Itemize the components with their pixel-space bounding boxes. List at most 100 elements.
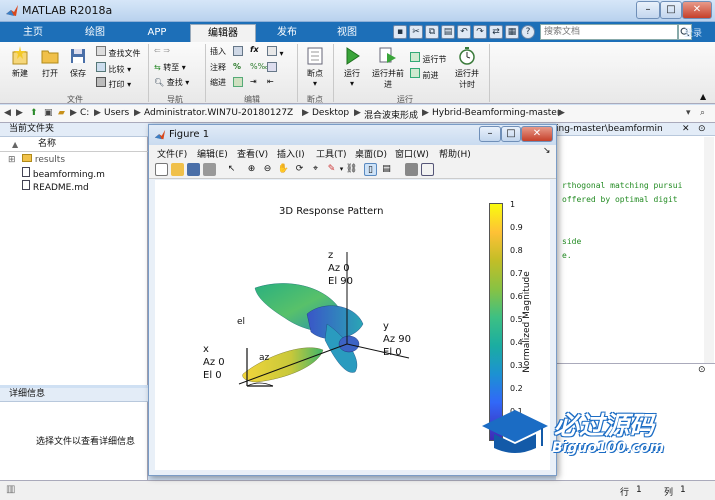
insert-section-icon[interactable]: [233, 46, 243, 58]
collapse-ribbon-icon[interactable]: ▲: [700, 92, 706, 101]
indent-button[interactable]: 缩进: [210, 77, 226, 88]
folder-arrow-icon[interactable]: ▶: [70, 108, 77, 118]
hide-tools-icon[interactable]: [405, 163, 418, 176]
figure-minimize-button[interactable]: –: [479, 126, 501, 142]
quick-redo-icon[interactable]: ↷: [473, 25, 487, 39]
legend-toggle-icon[interactable]: ▤: [380, 163, 393, 176]
tab-home[interactable]: 主页: [8, 24, 58, 42]
close-button[interactable]: ✕: [682, 1, 712, 19]
comment-button[interactable]: 注释: [210, 62, 226, 73]
quick-switch-icon[interactable]: ⇄: [489, 25, 503, 39]
breadcrumb-part[interactable]: C:: [80, 108, 89, 118]
address-dropdown-icon[interactable]: ▾: [686, 108, 691, 118]
pointer-icon[interactable]: ↖: [225, 163, 238, 176]
menu-file[interactable]: 文件(F): [157, 147, 187, 160]
figure-maximize-button[interactable]: □: [501, 126, 521, 142]
run-section-button[interactable]: 运行节: [410, 52, 447, 65]
colorbar-toggle-icon[interactable]: ▯: [364, 163, 377, 176]
figure-close-button[interactable]: ✕: [521, 126, 553, 142]
run-and-time-button[interactable]: 运行并计时: [452, 46, 482, 90]
open-file-icon[interactable]: [171, 163, 184, 176]
data-cursor-icon[interactable]: ⌖: [309, 163, 322, 176]
goto-button[interactable]: ⇆ 转至 ▾: [154, 62, 186, 73]
compare-button[interactable]: 比较 ▾: [96, 62, 131, 75]
up-folder-icon[interactable]: ⬆: [30, 108, 38, 118]
link-plot-icon[interactable]: ⛓: [345, 163, 358, 176]
breadcrumb-part[interactable]: Users: [104, 108, 129, 118]
breadcrumb-part[interactable]: Desktop: [312, 108, 349, 118]
quick-save-icon[interactable]: ▪: [393, 25, 407, 39]
function-icon[interactable]: fx: [250, 45, 259, 54]
name-column-header[interactable]: 名称: [0, 137, 148, 152]
menu-edit[interactable]: 编辑(E): [197, 147, 228, 160]
file-item-beamforming[interactable]: beamforming.m: [22, 167, 105, 180]
open-button[interactable]: 打开: [38, 46, 62, 79]
indent-increase-icon[interactable]: ⇥: [250, 77, 257, 86]
browse-icon[interactable]: ▣: [44, 108, 53, 118]
uncomment-icon[interactable]: [267, 62, 277, 74]
search-input[interactable]: 搜索文档: [540, 24, 678, 40]
quick-copy-icon[interactable]: ⧉: [425, 25, 439, 39]
quick-paste-icon[interactable]: ▤: [441, 25, 455, 39]
breadcrumb-part[interactable]: Administrator.WIN7U-20180127Z: [144, 108, 293, 118]
minimize-button[interactable]: –: [636, 1, 660, 19]
forward-icon[interactable]: ▶: [16, 108, 23, 118]
editor-tab-path[interactable]: ing-master\beamformin: [556, 123, 715, 136]
editor-menu-icon[interactable]: ⊙: [698, 124, 706, 134]
insert-button[interactable]: 插入: [210, 46, 226, 57]
tab-view[interactable]: 视图: [322, 24, 372, 42]
breadcrumb-part[interactable]: Hybrid-Beamforming-master: [432, 108, 561, 118]
save-button[interactable]: 保存: [66, 46, 90, 79]
quick-undo-icon[interactable]: ↶: [457, 25, 471, 39]
back-icon[interactable]: ◀: [4, 108, 11, 118]
menu-view[interactable]: 查看(V): [237, 147, 268, 160]
menu-insert[interactable]: 插入(I): [277, 147, 305, 160]
tab-apps[interactable]: APP: [132, 24, 182, 42]
login-link[interactable]: 登录: [684, 26, 702, 39]
print-figure-icon[interactable]: [203, 163, 216, 176]
figure-titlebar[interactable]: Figure 1 – □ ✕: [149, 125, 556, 145]
file-item-results[interactable]: results: [22, 154, 65, 165]
find-files-button[interactable]: 查找文件: [96, 46, 141, 59]
tab-publish[interactable]: 发布: [262, 24, 312, 42]
menu-desktop[interactable]: 桌面(D): [355, 147, 387, 160]
tab-plots[interactable]: 绘图: [70, 24, 120, 42]
print-button[interactable]: 打印 ▾: [96, 77, 131, 90]
smart-indent-icon[interactable]: [233, 77, 243, 89]
wrap-comment-icon[interactable]: %‰: [250, 62, 268, 71]
menu-help[interactable]: 帮助(H): [439, 147, 471, 160]
run-and-advance-button[interactable]: 运行并前进: [372, 46, 404, 90]
back-forward-icons[interactable]: ⇐ ⇒: [154, 46, 170, 55]
sort-arrow-icon[interactable]: ▲: [12, 140, 18, 149]
breadcrumb-part[interactable]: 混合波束形成: [364, 108, 418, 121]
editor-scrollbar[interactable]: [704, 137, 714, 363]
advance-button[interactable]: 前进: [410, 68, 439, 81]
show-tools-icon[interactable]: [421, 163, 434, 176]
menu-window[interactable]: 窗口(W): [395, 147, 429, 160]
new-figure-icon[interactable]: [155, 163, 168, 176]
quick-cut-icon[interactable]: ✂: [409, 25, 423, 39]
file-item-readme[interactable]: README.md: [22, 180, 89, 193]
pan-icon[interactable]: ✋: [277, 163, 290, 176]
insert-more-icon[interactable]: ▾: [267, 46, 284, 58]
tab-editor[interactable]: 编辑器: [190, 24, 256, 42]
breakpoints-button[interactable]: 断点 ▾: [302, 46, 328, 88]
expand-icon[interactable]: ⊞: [8, 155, 16, 165]
help-icon[interactable]: ?: [521, 25, 535, 39]
address-search-icon[interactable]: ⌕: [700, 108, 705, 118]
command-menu-icon[interactable]: ⊙: [698, 365, 706, 375]
menu-tools[interactable]: 工具(T): [316, 147, 347, 160]
menu-dock-icon[interactable]: ↘: [543, 146, 551, 156]
editor-close-icon[interactable]: ✕: [682, 124, 690, 134]
maximize-button[interactable]: □: [660, 1, 682, 19]
new-button[interactable]: 新建: [8, 46, 32, 79]
find-button[interactable]: 🔍︎ 查找 ▾: [154, 77, 189, 88]
run-button[interactable]: 运行 ▾: [338, 46, 366, 88]
indent-decrease-icon[interactable]: ⇤: [267, 77, 274, 86]
comment-percent-icon[interactable]: %: [233, 62, 241, 71]
save-figure-icon[interactable]: [187, 163, 200, 176]
zoom-in-icon[interactable]: ⊕: [245, 163, 258, 176]
zoom-out-icon[interactable]: ⊖: [261, 163, 274, 176]
rotate-3d-icon[interactable]: ⟳: [293, 163, 306, 176]
quick-layout-icon[interactable]: ▦: [505, 25, 519, 39]
